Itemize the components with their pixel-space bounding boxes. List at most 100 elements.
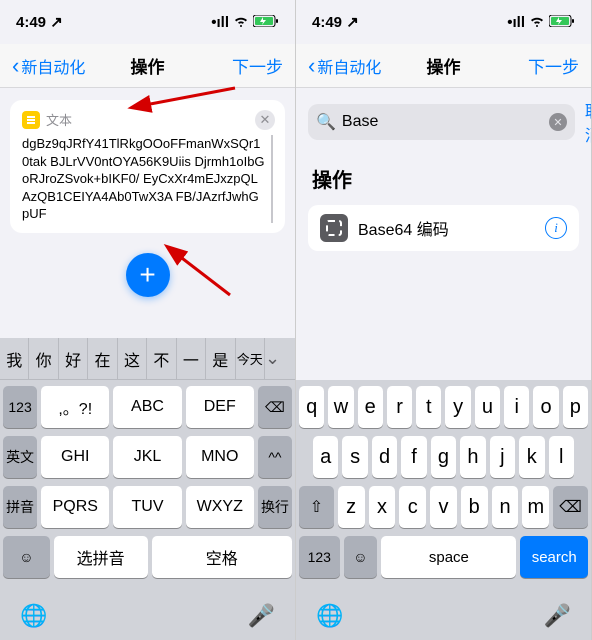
text-content[interactable]: dgBz9qJRfY41TlRkgOOoFFmanWxSQr10tak BJLr… xyxy=(22,135,273,223)
suggestion[interactable]: 一 xyxy=(177,338,206,379)
suggestion[interactable]: 这 xyxy=(118,338,147,379)
suggestion[interactable]: 是 xyxy=(206,338,235,379)
return-key[interactable]: 换行 xyxy=(258,486,292,528)
mic-icon[interactable]: 🎤 xyxy=(248,603,275,629)
delete-key[interactable]: ⌫ xyxy=(258,386,292,428)
key[interactable]: JKL xyxy=(113,436,181,478)
globe-icon[interactable]: 🌐 xyxy=(316,603,343,629)
key[interactable]: GHI xyxy=(41,436,109,478)
wifi-icon xyxy=(233,14,249,31)
key[interactable]: TUV xyxy=(113,486,181,528)
key[interactable]: w xyxy=(328,386,353,428)
info-icon[interactable]: i xyxy=(545,217,567,239)
key[interactable]: l xyxy=(549,436,574,478)
keyboard: q w e r t y u i o p a s d f g h j k l xyxy=(296,380,591,640)
text-card-label: 文本 xyxy=(46,110,72,129)
section-title: 操作 xyxy=(296,156,591,197)
status-bar: 4:49 ↗ •ıll xyxy=(0,0,295,44)
delete-key[interactable]: ⌫ xyxy=(553,486,588,528)
key[interactable]: p xyxy=(563,386,588,428)
battery-icon xyxy=(549,14,575,31)
key[interactable]: z xyxy=(338,486,365,528)
suggestion[interactable]: 不 xyxy=(147,338,176,379)
action-result-item[interactable]: Base64 编码 i xyxy=(308,205,579,251)
key[interactable]: j xyxy=(490,436,515,478)
key[interactable]: e xyxy=(358,386,383,428)
key[interactable]: g xyxy=(431,436,456,478)
key[interactable]: c xyxy=(399,486,426,528)
notes-icon xyxy=(22,111,40,129)
page-title: 操作 xyxy=(131,53,165,78)
chevron-left-icon: ‹ xyxy=(308,53,315,79)
key[interactable]: r xyxy=(387,386,412,428)
back-button[interactable]: ‹ 新自动化 xyxy=(12,53,85,79)
key[interactable]: x xyxy=(369,486,396,528)
key[interactable]: ABC xyxy=(113,386,181,428)
location-icon: ↗ xyxy=(50,14,63,31)
key[interactable]: ,。?! xyxy=(41,386,109,428)
wifi-icon xyxy=(529,14,545,31)
suggestion[interactable]: 我 xyxy=(0,338,29,379)
key[interactable]: DEF xyxy=(186,386,254,428)
nav-bar: ‹ 新自动化 操作 下一步 xyxy=(0,44,295,88)
emoji-key[interactable]: ☺ xyxy=(344,536,378,578)
key[interactable]: PQRS xyxy=(41,486,109,528)
key[interactable]: d xyxy=(372,436,397,478)
search-icon: 🔍 xyxy=(316,112,336,132)
key-lang[interactable]: 英文 xyxy=(3,436,37,478)
clear-icon[interactable]: ✕ xyxy=(549,113,567,131)
search-field[interactable]: 🔍 ✕ xyxy=(308,104,575,140)
key[interactable]: n xyxy=(492,486,519,528)
close-icon[interactable]: ✕ xyxy=(255,110,275,130)
key[interactable]: m xyxy=(522,486,549,528)
search-key[interactable]: search xyxy=(520,536,588,578)
base64-icon xyxy=(320,214,348,242)
globe-icon[interactable]: 🌐 xyxy=(20,603,47,629)
next-button[interactable]: 下一步 xyxy=(528,53,579,78)
shift-key[interactable]: ⇧ xyxy=(299,486,334,528)
key[interactable]: a xyxy=(313,436,338,478)
key[interactable]: k xyxy=(519,436,544,478)
suggestion[interactable]: 在 xyxy=(88,338,117,379)
key[interactable]: 选拼音 xyxy=(54,536,148,578)
add-action-button[interactable]: + xyxy=(126,253,170,297)
key[interactable]: f xyxy=(401,436,426,478)
key-pinyin[interactable]: 拼音 xyxy=(3,486,37,528)
key-123[interactable]: 123 xyxy=(299,536,340,578)
suggestion[interactable]: 今天 xyxy=(236,338,265,379)
signal-icon: •ıll xyxy=(507,14,525,31)
suggestion-bar: 我 你 好 在 这 不 一 是 今天 ⌄ xyxy=(0,338,295,380)
key[interactable]: u xyxy=(475,386,500,428)
nav-bar: ‹ 新自动化 操作 下一步 xyxy=(296,44,591,88)
key[interactable]: MNO xyxy=(186,436,254,478)
result-name: Base64 编码 xyxy=(358,216,545,240)
back-button[interactable]: ‹ 新自动化 xyxy=(308,53,381,79)
battery-icon xyxy=(253,14,279,31)
key[interactable]: s xyxy=(342,436,367,478)
key[interactable]: v xyxy=(430,486,457,528)
key[interactable]: o xyxy=(533,386,558,428)
expand-suggestions[interactable]: ⌄ xyxy=(265,348,295,369)
key[interactable]: y xyxy=(445,386,470,428)
text-action-card[interactable]: 文本 ✕ dgBz9qJRfY41TlRkgOOoFFmanWxSQr10tak… xyxy=(10,100,285,233)
space-key[interactable]: 空格 xyxy=(152,536,293,578)
key[interactable]: i xyxy=(504,386,529,428)
next-button[interactable]: 下一步 xyxy=(232,53,283,78)
mic-icon[interactable]: 🎤 xyxy=(544,603,571,629)
keyboard: 我 你 好 在 这 不 一 是 今天 ⌄ 123 ,。?! ABC DEF ⌫ … xyxy=(0,338,295,640)
page-title: 操作 xyxy=(427,53,461,78)
suggestion[interactable]: 你 xyxy=(29,338,58,379)
key[interactable]: q xyxy=(299,386,324,428)
suggestion[interactable]: 好 xyxy=(59,338,88,379)
signal-icon: •ıll xyxy=(211,14,229,31)
cancel-button[interactable]: 取消 xyxy=(585,98,591,146)
key[interactable]: t xyxy=(416,386,441,428)
key[interactable]: b xyxy=(461,486,488,528)
key-123[interactable]: 123 xyxy=(3,386,37,428)
space-key[interactable]: space xyxy=(381,536,516,578)
key[interactable]: h xyxy=(460,436,485,478)
search-input[interactable] xyxy=(342,113,549,131)
key[interactable]: WXYZ xyxy=(186,486,254,528)
key[interactable]: ^^ xyxy=(258,436,292,478)
emoji-key[interactable]: ☺ xyxy=(3,536,50,578)
